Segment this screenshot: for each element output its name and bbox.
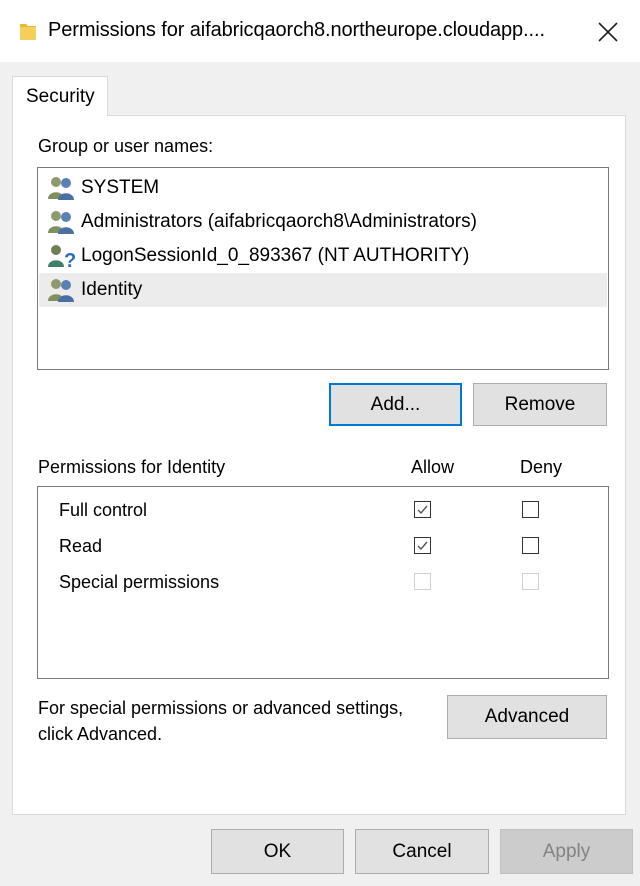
user-name: Administrators (aifabricqaorch8\Administ… — [81, 211, 477, 232]
read-allow-checkbox[interactable] — [414, 537, 431, 554]
permissions-list: Full control Read Special permissions — [37, 486, 609, 679]
checkmark-icon — [417, 505, 428, 515]
permissions-for-label: Permissions for Identity — [38, 457, 226, 477]
unknown-user-icon: ? — [48, 245, 76, 269]
users-group-icon — [48, 279, 74, 302]
user-name: SYSTEM — [81, 177, 160, 198]
read-deny-checkbox[interactable] — [522, 537, 539, 554]
user-name: LogonSessionId_0_893367 (NT AUTHORITY) — [81, 245, 470, 266]
list-item[interactable]: Identity — [39, 273, 607, 307]
ok-button[interactable]: OK — [211, 829, 344, 874]
advanced-hint-line2: click Advanced. — [38, 724, 163, 744]
close-button[interactable] — [590, 14, 626, 50]
folder-icon — [20, 24, 36, 40]
advanced-hint-line1: For special permissions or advanced sett… — [38, 698, 404, 718]
group-user-names-label: Group or user names: — [38, 136, 214, 156]
list-item[interactable]: ? LogonSessionId_0_893367 (NT AUTHORITY) — [39, 239, 607, 273]
users-group-icon — [48, 177, 74, 200]
full-control-deny-checkbox[interactable] — [522, 501, 539, 518]
deny-header: Deny — [520, 457, 563, 477]
list-item[interactable]: Administrators (aifabricqaorch8\Administ… — [39, 205, 607, 239]
apply-button: Apply — [500, 829, 633, 874]
tab-security[interactable]: Security — [12, 76, 108, 116]
full-control-allow-checkbox[interactable] — [414, 501, 431, 518]
allow-header: Allow — [411, 457, 455, 477]
cancel-button[interactable]: Cancel — [355, 829, 489, 874]
permission-name: Special permissions — [59, 572, 220, 592]
users-group-icon — [48, 211, 74, 234]
advanced-button[interactable]: Advanced — [447, 695, 607, 739]
add-button[interactable]: Add... — [329, 383, 462, 426]
permission-name: Read — [59, 536, 103, 556]
title-bar: Permissions for aifabricqaorch8.northeur… — [0, 0, 640, 62]
special-permissions-allow-checkbox — [414, 573, 431, 590]
svg-text:?: ? — [64, 250, 76, 269]
remove-button[interactable]: Remove — [473, 383, 607, 426]
user-name: Identity — [81, 279, 143, 300]
tab-security-label: Security — [26, 86, 95, 107]
permission-name: Full control — [59, 500, 148, 520]
special-permissions-deny-checkbox — [522, 573, 539, 590]
close-icon — [598, 22, 618, 42]
list-item[interactable]: SYSTEM — [39, 171, 607, 205]
window-title: Permissions for aifabricqaorch8.northeur… — [48, 19, 545, 41]
checkmark-icon — [417, 541, 428, 551]
user-list[interactable]: SYSTEM Administrators (aifabricqaorch8\A… — [37, 167, 609, 370]
